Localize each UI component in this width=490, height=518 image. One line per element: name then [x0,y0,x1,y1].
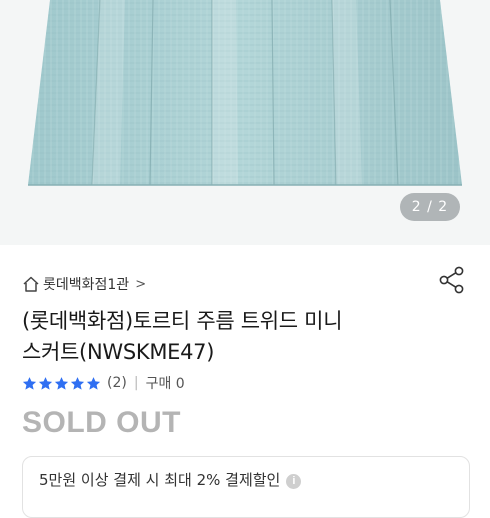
image-counter: 2 / 2 [400,193,460,221]
product-title: (롯데백화점)토르티 주름 트위드 미니 스커트(NWSKME47) [22,306,452,368]
star-icon [22,376,37,390]
info-icon[interactable]: i [286,474,302,489]
promo-text-row: 5만원 이상 결제 시 최대 2% 결제할인 i [39,469,302,490]
home-icon [23,276,39,292]
payment-discount-banner[interactable]: 5만원 이상 결제 시 최대 2% 결제할인 i [22,456,470,518]
star-icon [54,376,69,390]
divider: | [133,375,139,391]
chevron-right-icon: > [135,276,147,292]
purchase-count: 구매 0 [145,376,185,392]
store-name: 롯데백화점1관 [43,277,130,293]
sold-out-status: SOLD OUT [22,406,181,439]
promo-text: 5만원 이상 결제 시 최대 2% 결제할인 [39,471,281,489]
share-icon[interactable] [438,266,466,294]
star-icon [70,376,85,390]
review-count: (2) [107,375,127,391]
store-link[interactable]: 롯데백화점1관 > [22,272,146,296]
star-icon [38,376,53,390]
rating-row[interactable]: (2) | 구매 0 [22,372,185,394]
product-title-line-1: (롯데백화점)토르티 주름 트위드 미니 [22,309,343,333]
product-image-gallery[interactable]: 2 / 2 [0,0,490,245]
star-rating [22,376,101,391]
product-title-line-2: 스커트(NWSKME47) [22,340,215,364]
star-icon [86,376,101,390]
